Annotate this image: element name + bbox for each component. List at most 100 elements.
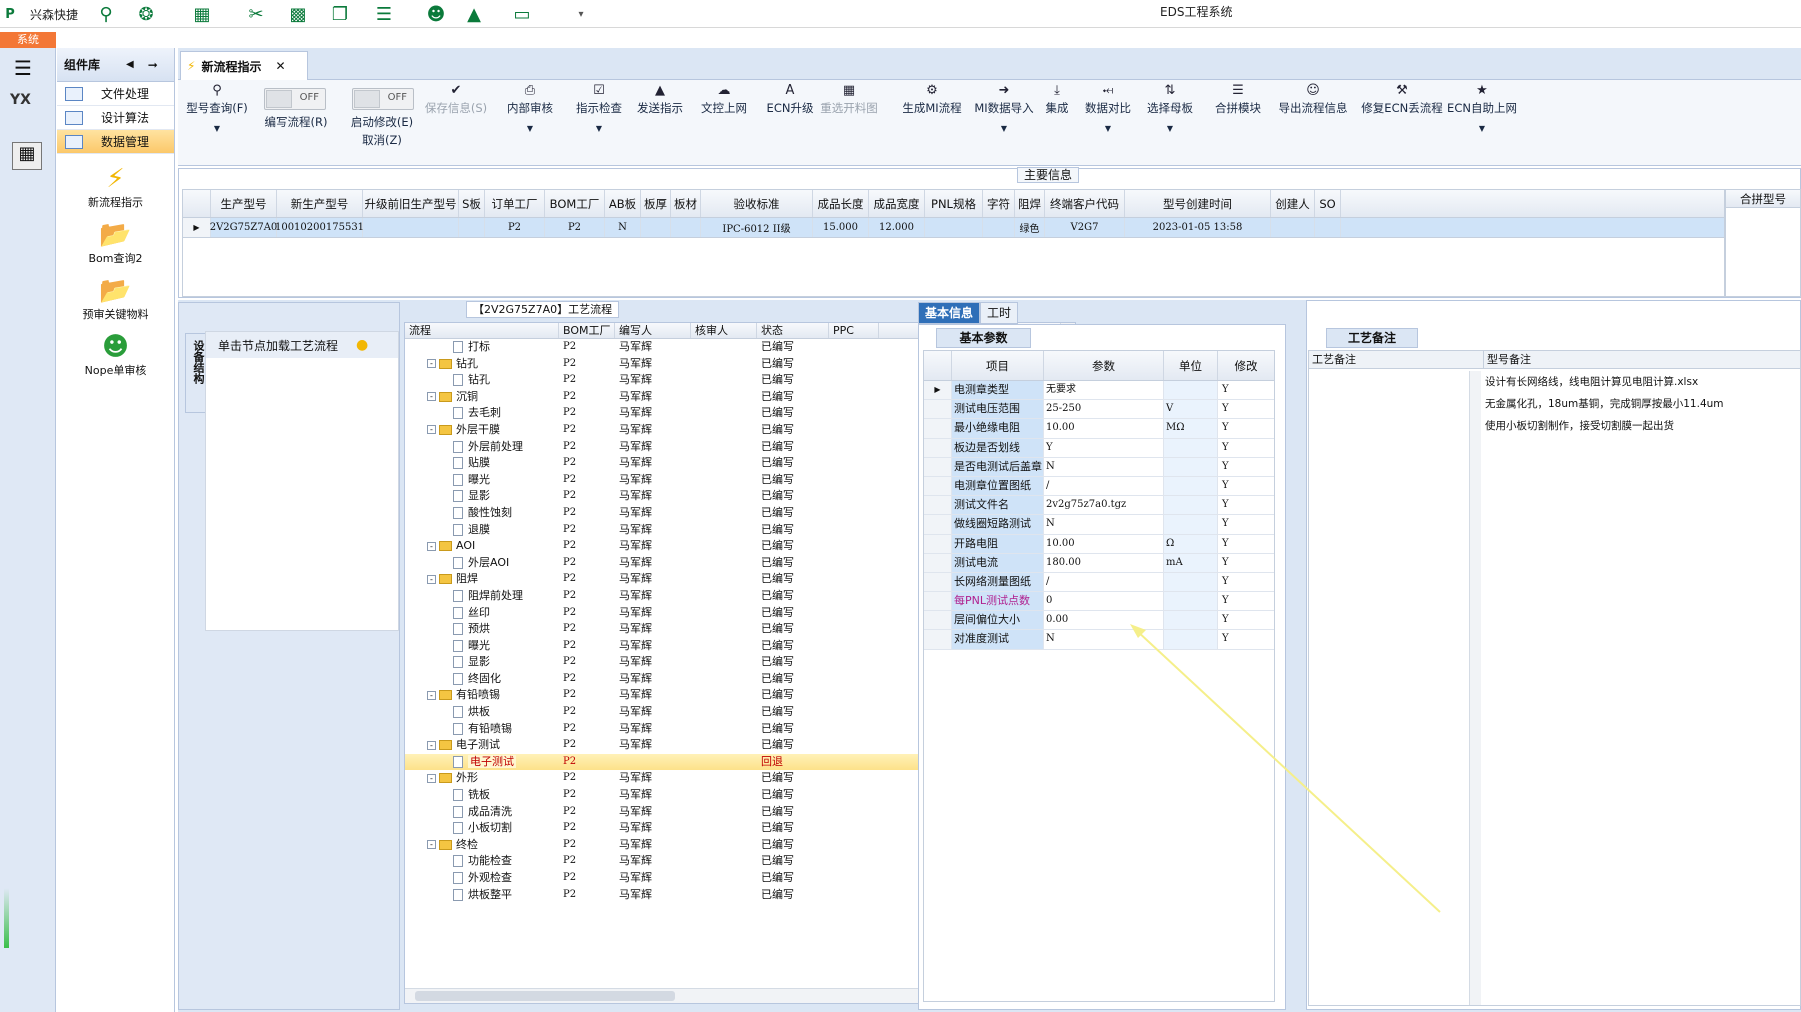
customize-icon[interactable]: ▾ — [574, 2, 588, 26]
collapse-icon[interactable]: - — [427, 541, 436, 551]
column-header[interactable]: 成品宽度 — [869, 190, 925, 217]
collapse-left-icon[interactable]: ◀ — [126, 59, 134, 70]
column-header[interactable]: 订单工厂 — [485, 190, 545, 217]
ribbon-button[interactable]: ☺ 导出流程信息 — [1272, 82, 1354, 116]
param-row[interactable]: 测试电流 180.00 mA Y — [924, 553, 1274, 573]
chart-icon[interactable]: ▲ — [462, 2, 486, 26]
column-header[interactable]: BOM工厂 — [559, 323, 615, 338]
param-value[interactable]: 180.00 — [1044, 553, 1164, 572]
comp-item-algo[interactable]: 设计算法 — [57, 106, 174, 130]
param-row[interactable]: 层间偏位大小 0.00 Y — [924, 611, 1274, 631]
menu-icon[interactable]: ☰ — [14, 56, 32, 80]
ribbon-button[interactable]: ☰ 合拼模块 — [1208, 82, 1268, 116]
yx-icon[interactable]: YX — [10, 92, 44, 126]
param-row[interactable]: 开路电阻 10.00 Ω Y — [924, 534, 1274, 554]
ribbon-button[interactable]: ⎙ 内部审核 ▼ — [500, 82, 560, 133]
model-query-button[interactable]: ⚲ 型号查询(F) ▼ — [184, 82, 250, 133]
column-header[interactable]: 成品长度 — [813, 190, 869, 217]
ribbon-button[interactable]: ▦ 重选开料图 — [810, 82, 888, 116]
param-row[interactable]: 测试文件名 2v2g75z7a0.tgz Y — [924, 496, 1274, 516]
ribbon-button[interactable]: ★ ECN自助上网 ▼ — [1444, 82, 1520, 133]
param-row[interactable]: 是否电测试后盖章 N Y — [924, 457, 1274, 477]
column-header[interactable]: 编写人 — [615, 323, 691, 338]
param-value[interactable]: 无要求 — [1044, 381, 1164, 400]
column-header[interactable]: AB板 — [605, 190, 641, 217]
column-header[interactable]: 型号创建时间 — [1125, 190, 1271, 217]
ribbon-button[interactable]: ☑ 指示检查 ▼ — [570, 82, 628, 133]
grid-icon[interactable]: ▦ — [190, 2, 214, 26]
param-row[interactable]: 对准度测试 N Y — [924, 630, 1274, 650]
search-icon[interactable]: ⚲ — [94, 2, 118, 26]
tab-work-hours[interactable]: 工时 — [980, 302, 1019, 324]
column-header[interactable]: 生产型号 — [211, 190, 277, 217]
column-header[interactable]: 流程 — [405, 323, 559, 338]
table-row[interactable]: ▶ 2V2G75Z7A0 10010200175531 P2 P2 N IPC-6012 I… — [183, 218, 1724, 238]
tab-equipment-structure[interactable]: 设备结构 — [185, 333, 207, 413]
column-header[interactable]: 创建人 — [1271, 190, 1315, 217]
param-value[interactable]: N — [1044, 515, 1164, 534]
column-header[interactable]: 新生产型号 — [277, 190, 363, 217]
ribbon-button[interactable]: ⇅ 选择母板 ▼ — [1140, 82, 1200, 133]
column-header[interactable]: BOM工厂 — [545, 190, 605, 217]
column-header[interactable]: 验收标准 — [701, 190, 813, 217]
load-hint[interactable]: 单击节点加载工艺流程 ● — [206, 332, 398, 358]
param-value[interactable]: / — [1044, 476, 1164, 496]
collapse-icon[interactable]: - — [427, 359, 436, 369]
comp-item-file[interactable]: 文件处理 — [57, 82, 174, 106]
ribbon-button[interactable]: ☁ 文控上网 — [694, 82, 754, 116]
column-header[interactable]: 核审人 — [691, 323, 757, 338]
tab-new-flow[interactable]: ⚡ 新流程指示 ✕ — [180, 51, 308, 80]
column-header[interactable]: PPC — [829, 323, 879, 338]
collapse-icon[interactable]: - — [427, 425, 436, 435]
comp-item-data[interactable]: 数据管理 — [57, 130, 174, 154]
collapse-icon[interactable]: - — [427, 690, 436, 700]
param-value[interactable]: N — [1044, 457, 1164, 476]
param-value[interactable]: N — [1044, 630, 1164, 649]
calculator-icon[interactable]: ▦ — [12, 142, 42, 170]
param-row[interactable]: 做线圈短路测试 N Y — [924, 515, 1274, 535]
param-value[interactable]: 10.00 — [1044, 534, 1164, 553]
collapse-icon[interactable]: - — [427, 392, 436, 402]
column-header[interactable]: 终端客户代码 — [1045, 190, 1125, 217]
param-value[interactable]: 0 — [1044, 592, 1164, 611]
notes-scrollbar[interactable] — [1469, 371, 1481, 1005]
collapse-icon[interactable]: - — [427, 840, 436, 850]
column-header[interactable]: SO — [1315, 190, 1341, 217]
cancel-button[interactable]: 取消(Z) — [344, 132, 420, 148]
ribbon-button[interactable]: ✔ 保存信息(S) — [420, 82, 492, 116]
pin-icon[interactable]: ➞ — [148, 58, 158, 72]
ribbon-button[interactable]: ⤟ 数据对比 ▼ — [1076, 82, 1140, 133]
param-value[interactable]: 2v2g75z7a0.tgz — [1044, 496, 1164, 515]
system-tab[interactable]: 系统 — [0, 32, 56, 48]
collapse-icon[interactable]: - — [427, 773, 436, 783]
ribbon-button[interactable]: ⚒ 修复ECN丢流程 — [1356, 82, 1448, 116]
collapse-icon[interactable]: - — [427, 740, 436, 750]
param-row[interactable]: 测试电压范围 25-250 V Y — [924, 400, 1274, 420]
bom-query-item[interactable]: 📂 Bom查询2 — [57, 220, 174, 266]
scissors-icon[interactable]: ✂ — [244, 2, 268, 26]
user-icon[interactable]: ☻ — [424, 2, 448, 26]
close-icon[interactable]: ✕ — [275, 59, 285, 73]
monitor-icon[interactable]: ▭ — [510, 2, 534, 26]
column-header[interactable]: PNL规格 — [925, 190, 983, 217]
column-header[interactable]: 阻焊 — [1015, 190, 1045, 217]
column-header[interactable]: 板材 — [671, 190, 701, 217]
param-value[interactable]: Y — [1044, 438, 1164, 457]
ribbon-button[interactable]: ⤓ 集成 — [1038, 82, 1076, 116]
list-icon[interactable]: ☰ — [372, 2, 396, 26]
nope-audit-item[interactable]: ☻ Nope单审核 — [57, 332, 174, 378]
param-value[interactable]: / — [1044, 572, 1164, 592]
film-icon[interactable]: ▩ — [286, 2, 310, 26]
ribbon-button[interactable]: ▲ 发送指示 — [630, 82, 690, 116]
param-row[interactable]: 每PNL测试点数 0 Y — [924, 592, 1274, 612]
globe-icon[interactable]: ❂ — [134, 2, 158, 26]
param-row[interactable]: 最小绝缘电阻 10.00 MΩ Y — [924, 419, 1274, 439]
param-row[interactable]: 长网络测量图纸 / Y — [924, 572, 1274, 593]
param-value[interactable]: 25-250 — [1044, 400, 1164, 419]
ribbon-button[interactable]: ➜ MI数据导入 ▼ — [970, 82, 1038, 133]
param-row[interactable]: 板边是否划线 Y Y — [924, 438, 1274, 458]
ribbon-button[interactable]: ⚙ 生成MI流程 — [894, 82, 970, 116]
tab-basic-info[interactable]: 基本信息 — [918, 302, 981, 324]
column-header[interactable]: S板 — [459, 190, 485, 217]
column-header[interactable]: 板厚 — [641, 190, 671, 217]
